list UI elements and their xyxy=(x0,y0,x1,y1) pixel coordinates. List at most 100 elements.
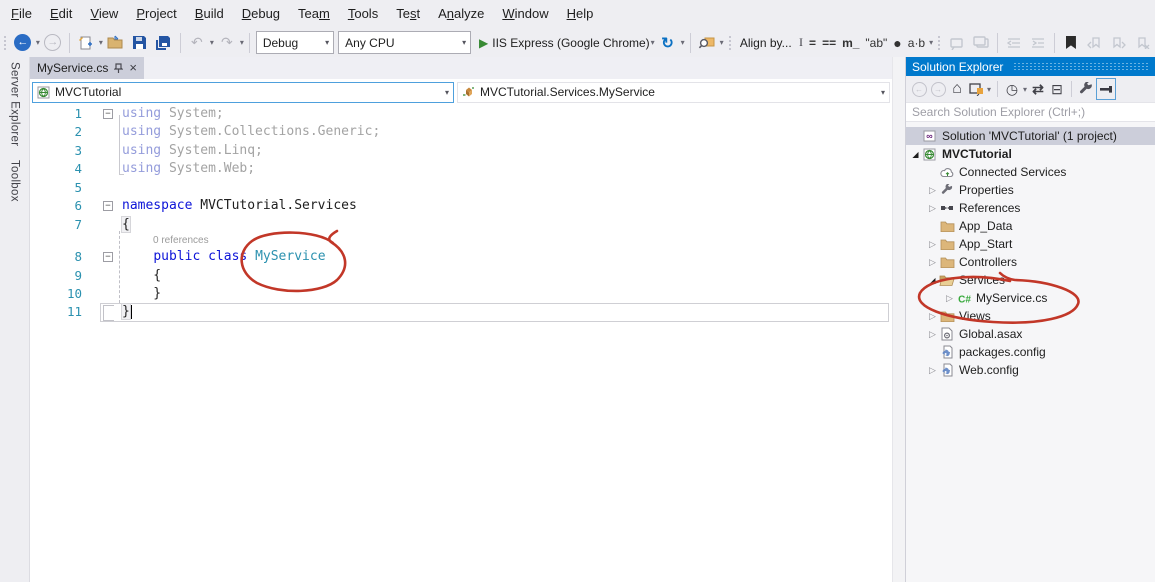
chevron-down-icon[interactable]: ▾ xyxy=(929,38,933,47)
navigate-to-button[interactable] xyxy=(695,31,719,55)
tree-item-app-start[interactable]: ▷ App_Start xyxy=(906,235,1155,253)
menu-build[interactable]: Build xyxy=(186,0,233,28)
previous-bookmark-button[interactable] xyxy=(1083,31,1107,55)
navigate-forward-button[interactable]: → xyxy=(41,31,65,55)
filled-circle-icon[interactable]: ● xyxy=(890,35,904,51)
chevron-down-icon[interactable]: ▾ xyxy=(210,38,214,47)
menu-help[interactable]: Help xyxy=(558,0,603,28)
save-button[interactable] xyxy=(128,31,152,55)
toggle-bookmark-button[interactable] xyxy=(1059,31,1083,55)
tree-item-solution-mvctutorial-1-project[interactable]: ∞ Solution 'MVCTutorial' (1 project) xyxy=(906,127,1155,145)
tree-item-views[interactable]: ▷ Views xyxy=(906,307,1155,325)
tree-item-services[interactable]: ◢ Services xyxy=(906,271,1155,289)
chevron-down-icon[interactable]: ▾ xyxy=(651,38,655,47)
solution-search-input[interactable] xyxy=(906,102,1155,122)
chevron-down-icon[interactable]: ▾ xyxy=(240,38,244,47)
pin-icon[interactable] xyxy=(114,62,124,74)
pending-changes-filter-button[interactable]: ◷ xyxy=(1003,79,1021,99)
code-line-9[interactable]: 9 { xyxy=(30,267,892,285)
rail-tab-server-explorer[interactable]: Server Explorer xyxy=(9,62,21,146)
fold-collapse-icon[interactable]: − xyxy=(103,252,113,263)
debug-configuration-combo[interactable]: Debug ▾ xyxy=(255,31,335,54)
tree-item-mvctutorial[interactable]: ◢ MVCTutorial xyxy=(906,145,1155,163)
tree-item-controllers[interactable]: ▷ Controllers xyxy=(906,253,1155,271)
tree-item-connected-services[interactable]: Connected Services xyxy=(906,163,1155,181)
code-editor[interactable]: 1− using System; 2 using System.Collections… xyxy=(30,105,892,582)
platform-combo[interactable]: Any CPU ▾ xyxy=(338,31,472,54)
tree-item-references[interactable]: ▷ References xyxy=(906,199,1155,217)
se-forward-button[interactable]: → xyxy=(929,79,947,99)
menu-view[interactable]: View xyxy=(81,0,127,28)
trailing-underscore-icon[interactable]: m_ xyxy=(839,36,862,50)
word-spacing-icon[interactable]: a·b xyxy=(905,36,928,50)
sync-with-active-document-button[interactable]: ⇄ xyxy=(1029,79,1047,99)
collapsed-arrow-icon[interactable]: ▷ xyxy=(927,257,938,268)
code-line-1[interactable]: 1 − using System; xyxy=(30,105,892,123)
undo-button[interactable]: ↶ xyxy=(185,31,209,55)
collapsed-arrow-icon[interactable]: ▷ xyxy=(944,293,955,304)
start-debug-button[interactable]: ▶ IIS Express (Google Chrome) xyxy=(473,31,650,55)
navigate-back-button[interactable]: ← xyxy=(11,31,35,55)
menu-window[interactable]: Window xyxy=(493,0,557,28)
new-project-button[interactable] xyxy=(74,31,98,55)
preview-selected-items-button[interactable] xyxy=(1096,78,1117,100)
collapsed-arrow-icon[interactable]: ▷ xyxy=(927,239,938,250)
chevron-down-icon[interactable]: ▾ xyxy=(987,85,991,94)
se-back-button[interactable]: ← xyxy=(910,79,928,99)
toolbar-grip[interactable] xyxy=(3,34,8,51)
collapsed-arrow-icon[interactable]: ▷ xyxy=(927,185,938,196)
next-bookmark-button[interactable] xyxy=(1107,31,1131,55)
comment-out-button[interactable] xyxy=(945,31,969,55)
chevron-down-icon[interactable]: ▾ xyxy=(1023,85,1027,94)
menu-project[interactable]: Project xyxy=(127,0,185,28)
collapse-all-button[interactable]: ⊟ xyxy=(1048,79,1066,99)
menu-debug[interactable]: Debug xyxy=(233,0,289,28)
increase-indent-button[interactable] xyxy=(1026,31,1050,55)
member-dropdown[interactable]: MVCTutorial.Services.MyService ▾ xyxy=(457,81,890,103)
chevron-down-icon[interactable]: ▾ xyxy=(36,38,40,47)
close-icon[interactable]: × xyxy=(129,61,137,74)
decrease-indent-button[interactable] xyxy=(1002,31,1026,55)
menu-file[interactable]: File xyxy=(2,0,41,28)
code-line-6[interactable]: 6 − namespace MVCTutorial.Services xyxy=(30,197,892,215)
switch-views-button[interactable] xyxy=(967,79,985,99)
align-by-button[interactable]: Align by... xyxy=(735,31,796,55)
tree-item-packages-config[interactable]: packages.config xyxy=(906,343,1155,361)
fold-collapse-icon[interactable]: − xyxy=(103,109,113,119)
equals-format-icon[interactable]: = xyxy=(806,36,819,50)
fold-collapse-icon[interactable]: − xyxy=(103,201,113,212)
expanded-arrow-icon[interactable]: ◢ xyxy=(910,150,921,159)
tab-myservice-cs[interactable]: MyService.cs × xyxy=(30,57,144,79)
refresh-button[interactable]: ↻ xyxy=(656,31,680,55)
redo-button[interactable]: ↷ xyxy=(215,31,239,55)
toolbar-grip[interactable] xyxy=(937,34,942,51)
chevron-down-icon[interactable]: ▾ xyxy=(99,38,103,47)
expanded-arrow-icon[interactable]: ◢ xyxy=(927,276,938,285)
code-line-8[interactable]: 8 − public class MyService xyxy=(30,248,892,266)
toolbar-grip[interactable] xyxy=(727,34,733,51)
code-line-2[interactable]: 2 using System.Collections.Generic; xyxy=(30,123,892,141)
code-line-7[interactable]: 7{ xyxy=(30,215,892,234)
se-home-button[interactable]: ⌂ xyxy=(948,79,966,99)
code-line-11[interactable]: 11} xyxy=(30,303,892,322)
tree-item-myservice-cs[interactable]: ▷ C# MyService.cs xyxy=(906,289,1155,307)
rail-tab-toolbox[interactable]: Toolbox xyxy=(9,160,21,202)
open-file-button[interactable] xyxy=(104,31,128,55)
properties-button[interactable] xyxy=(1077,79,1095,99)
clear-bookmarks-button[interactable] xyxy=(1131,31,1155,55)
tree-item-properties[interactable]: ▷ Properties xyxy=(906,181,1155,199)
menu-team[interactable]: Team xyxy=(289,0,339,28)
collapsed-arrow-icon[interactable]: ▷ xyxy=(927,365,938,376)
menu-test[interactable]: Test xyxy=(387,0,429,28)
tree-item-app-data[interactable]: App_Data xyxy=(906,217,1155,235)
double-equals-format-icon[interactable]: == xyxy=(819,36,839,50)
solution-explorer-title-bar[interactable]: Solution Explorer xyxy=(906,57,1155,76)
collapsed-arrow-icon[interactable]: ▷ xyxy=(927,329,938,340)
ibeam-cursor-icon[interactable]: I xyxy=(796,35,806,50)
code-line-5[interactable]: 5 xyxy=(30,179,892,197)
quoted-text-icon[interactable]: "ab" xyxy=(862,36,890,50)
uncomment-button[interactable] xyxy=(969,31,993,55)
chevron-down-icon[interactable]: ▾ xyxy=(720,38,724,47)
code-line-10[interactable]: 10 } xyxy=(30,285,892,303)
code-line-3[interactable]: 3 using System.Linq; xyxy=(30,142,892,160)
